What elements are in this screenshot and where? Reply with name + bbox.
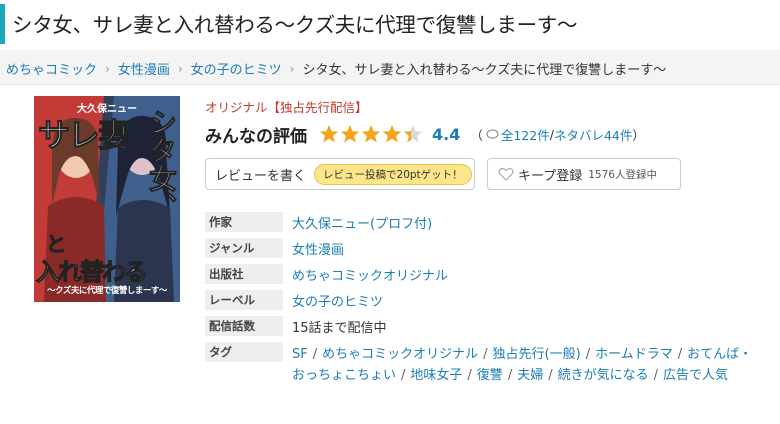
- tag-link[interactable]: SF: [292, 347, 308, 362]
- episodes-value: 15話まで配信中: [292, 321, 387, 336]
- title-bar: シタ女、サレ妻と入れ替わる～クズ夫に代理で復讐しまーす～: [0, 0, 780, 46]
- star-icon: [319, 125, 339, 143]
- review-promo-badge: レビュー投稿で20ptゲット！: [314, 163, 472, 185]
- tag-list: SF / めちゃコミックオリジナル / 独占先行(一般) / ホームドラマ / おてんば・おっち…: [292, 344, 762, 386]
- tag-link[interactable]: 独占先行(一般): [493, 347, 581, 362]
- page-title: シタ女、サレ妻と入れ替わる～クズ夫に代理で復讐しまーす～: [12, 13, 578, 37]
- tag-link[interactable]: ホームドラマ: [595, 347, 673, 362]
- title-accent-bar: [0, 4, 5, 44]
- info-key: 作家: [205, 212, 283, 232]
- author-link[interactable]: 大久保ニュー(プロフ付): [292, 213, 432, 232]
- write-review-button[interactable]: レビューを書く レビュー投稿で20ptゲット！: [205, 158, 475, 190]
- cover-title-1: シタ女、: [145, 108, 179, 221]
- rating-row: みんなの評価 4.4 （ 全122件 / ネタバレ44件 ）: [205, 121, 645, 147]
- rating-stars: [319, 124, 424, 144]
- spoiler-reviews-link[interactable]: ネタバレ44件: [554, 125, 632, 144]
- tag-separator: /: [548, 368, 553, 383]
- keep-label: キープ登録: [518, 168, 583, 184]
- tag-separator: /: [507, 368, 513, 383]
- counts-close-paren: ）: [632, 127, 645, 143]
- info-key: タグ: [205, 342, 283, 362]
- keep-count: 1576人登録中: [588, 168, 657, 181]
- cover-title-2: サレ妻: [37, 116, 130, 154]
- genre-link[interactable]: 女性漫画: [292, 239, 344, 258]
- tag-separator: /: [585, 347, 591, 362]
- rating-title: みんなの評価: [205, 126, 307, 147]
- cover-title-4: 入れ替わる: [36, 258, 149, 287]
- info-key: 出版社: [205, 264, 283, 284]
- breadcrumb-label[interactable]: 女の子のヒミツ: [191, 59, 282, 78]
- tag-separator: /: [483, 347, 488, 362]
- breadcrumb-current: シタ女、サレ妻と入れ替わる～クズ夫に代理で復讐しまーす～: [302, 63, 667, 78]
- tag-separator: /: [467, 368, 472, 383]
- breadcrumb-genre[interactable]: 女性漫画: [118, 59, 170, 78]
- speech-bubble-icon: [486, 128, 499, 139]
- tag-link[interactable]: 地味女子: [410, 368, 462, 383]
- info-key: ジャンル: [205, 238, 283, 258]
- tag-separator: /: [401, 368, 406, 383]
- rating-score: 4.4: [432, 124, 461, 144]
- chevron-right-icon: ›: [177, 61, 183, 76]
- write-review-label: レビューを書く: [215, 168, 307, 184]
- tag-link[interactable]: 広告で人気: [663, 368, 728, 383]
- tag-link[interactable]: 復讐: [477, 368, 503, 383]
- breadcrumb: めちゃコミック › 女性漫画 › 女の子のヒミツ › シタ女、サレ妻と入れ替わる…: [0, 50, 780, 85]
- chevron-right-icon: ›: [289, 61, 295, 76]
- book-cover[interactable]: 大久保ニュー シタ女、 サレ妻 と 入れ替わる ～クズ夫に代理で復讐しまーす～: [34, 96, 180, 302]
- tag-separator: /: [653, 368, 659, 383]
- star-icon: [403, 125, 423, 143]
- breadcrumb-home[interactable]: めちゃコミック: [6, 59, 97, 78]
- tag-separator: /: [312, 347, 318, 362]
- heart-icon: [498, 167, 514, 181]
- tag-link[interactable]: 夫婦: [517, 368, 543, 383]
- publisher-link[interactable]: めちゃコミックオリジナル: [292, 265, 448, 284]
- label-link[interactable]: 女の子のヒミツ: [292, 291, 383, 310]
- info-key: レーベル: [205, 290, 283, 310]
- tag-separator: /: [677, 347, 683, 362]
- star-icon: [340, 125, 360, 143]
- tag-link[interactable]: 続きが気になる: [558, 368, 649, 383]
- original-label: オリジナル【独占先行配信】: [205, 100, 368, 115]
- chevron-right-icon: ›: [105, 61, 110, 76]
- star-icon: [361, 125, 381, 143]
- all-reviews-link[interactable]: 全122件: [501, 125, 550, 144]
- cover-subtitle: ～クズ夫に代理で復讐しまーす～: [47, 286, 167, 296]
- counts-open-paren: （: [470, 127, 483, 143]
- star-icon: [382, 125, 402, 143]
- tag-link[interactable]: めちゃコミックオリジナル: [322, 347, 478, 362]
- review-counts: （ 全122件 / ネタバレ44件 ）: [470, 125, 645, 144]
- info-key: 配信話数: [205, 316, 283, 336]
- keep-button[interactable]: キープ登録 1576人登録中: [487, 158, 681, 190]
